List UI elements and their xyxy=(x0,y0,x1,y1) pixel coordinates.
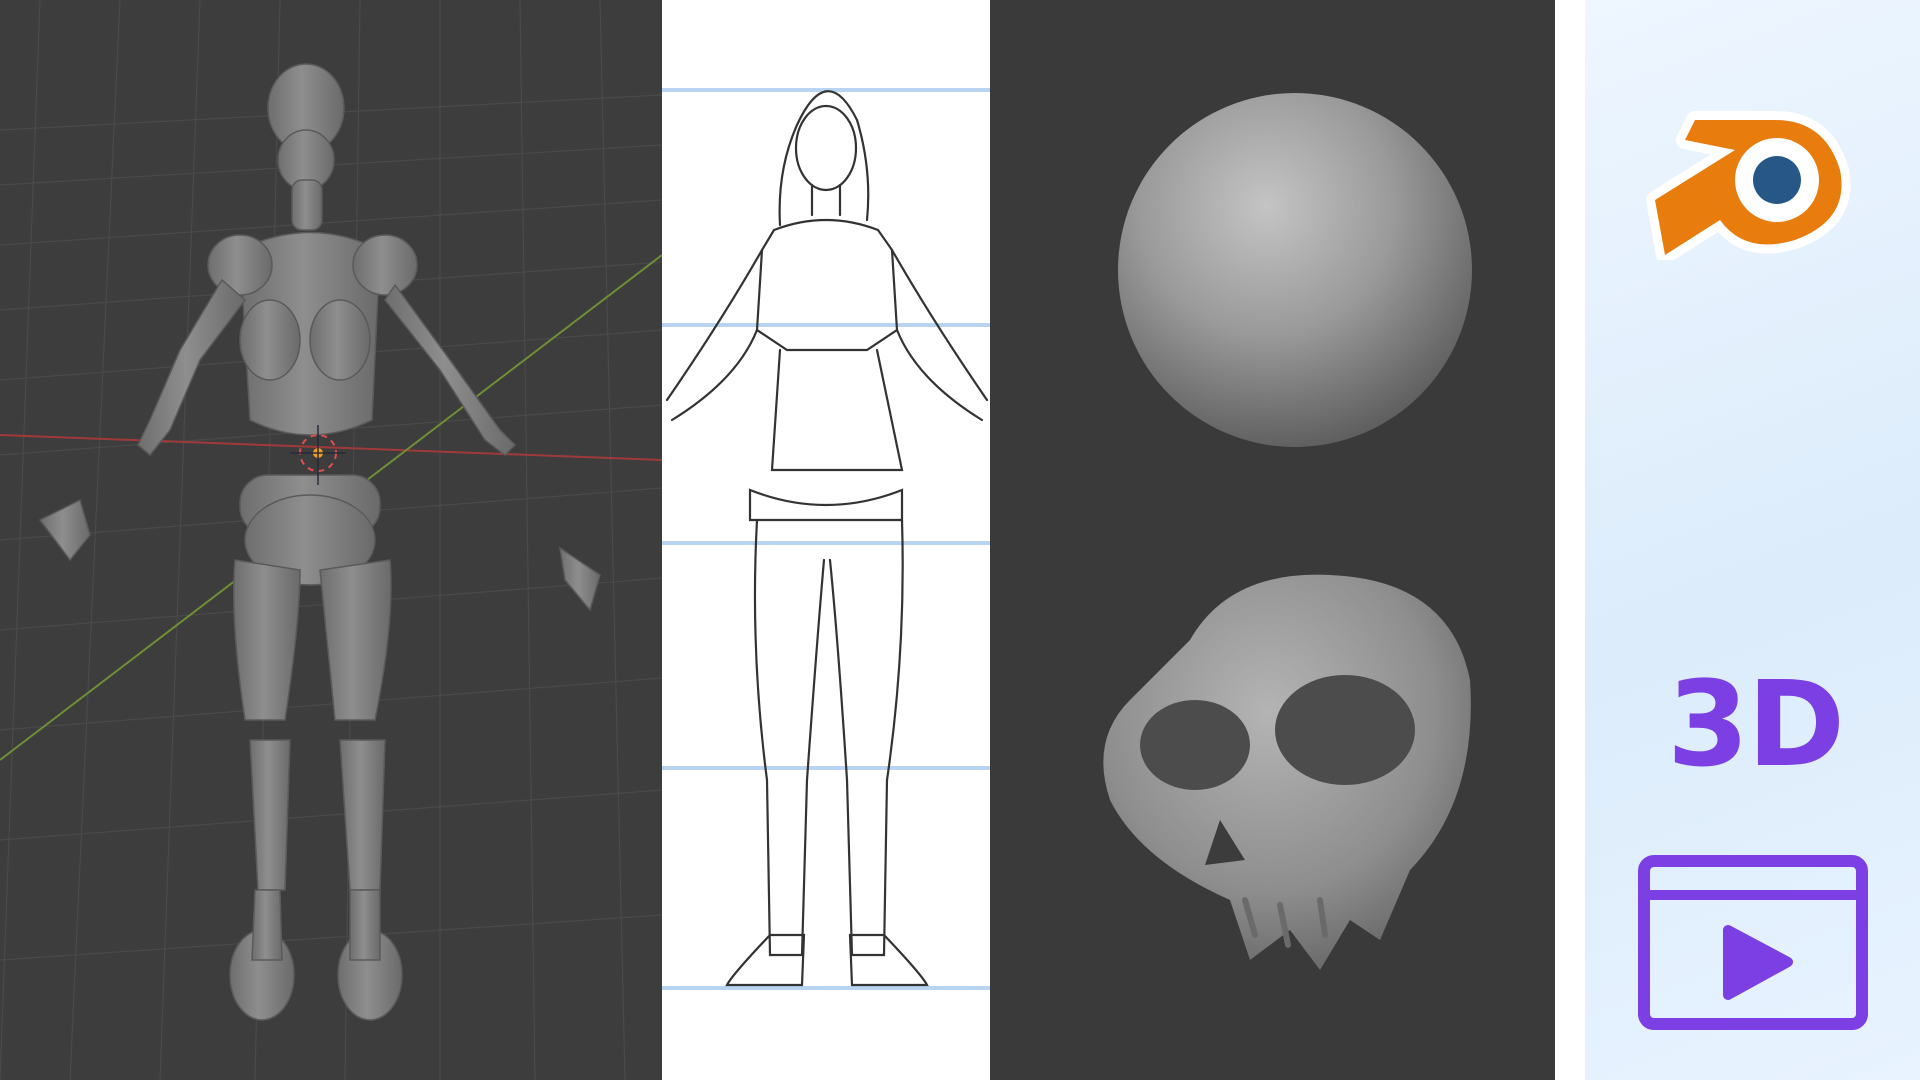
mannequin-figure xyxy=(38,63,601,1021)
sculpt-panel xyxy=(990,0,1555,1080)
character-sketch xyxy=(662,88,990,990)
panel-divider xyxy=(1555,0,1585,1080)
3d-viewport-panel xyxy=(0,0,662,1080)
blender-logo-icon xyxy=(1646,111,1851,260)
sculpt-sphere xyxy=(1118,93,1472,447)
3d-label: 3D xyxy=(1666,655,1845,793)
sketch-panel xyxy=(662,0,990,1080)
sketch-lines xyxy=(665,90,989,987)
video-play-icon[interactable] xyxy=(1638,855,1868,1030)
guide-lines xyxy=(662,88,990,990)
sculpt-skull xyxy=(1103,574,1471,970)
viewport-scene xyxy=(0,0,662,1080)
sculpt-scene xyxy=(1103,93,1472,970)
